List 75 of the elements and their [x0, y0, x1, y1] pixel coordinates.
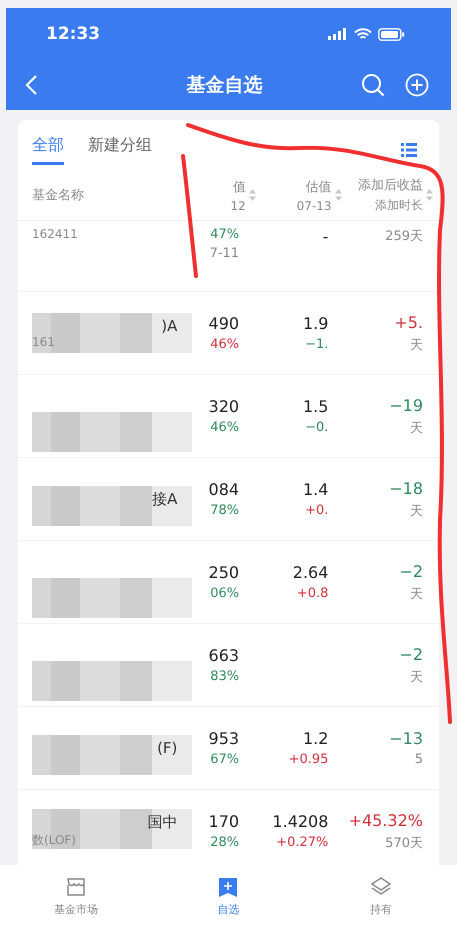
- nav-change: 78%: [210, 503, 240, 518]
- estimate-value: 2.64: [292, 563, 328, 582]
- signal-icon: [328, 28, 348, 40]
- fund-code: 162411: [32, 227, 79, 241]
- estimate-change: +0.95: [288, 752, 328, 767]
- nav-change: 46%: [210, 337, 240, 352]
- page-title: 基金自选: [186, 73, 264, 98]
- estimate-change: +0.27%: [276, 835, 328, 850]
- column-date: 07-13: [296, 198, 332, 212]
- nav-date: 7-11: [210, 246, 240, 261]
- estimate-value: 1.4: [302, 480, 328, 499]
- column-header[interactable]: 值: [232, 178, 246, 196]
- tab-bar-item[interactable]: 持有: [336, 876, 426, 916]
- column-header[interactable]: 估值: [306, 178, 332, 196]
- estimate-change: +0.: [305, 503, 328, 518]
- nav-value: 170: [208, 812, 240, 831]
- holding-days: 天: [410, 668, 423, 686]
- holding-days: 天: [410, 336, 423, 354]
- fund-code: 数(LOF): [32, 832, 77, 849]
- status-time: 12:33: [46, 24, 100, 44]
- list-icon[interactable]: [401, 142, 417, 158]
- column-header[interactable]: 添加后收益: [358, 176, 423, 194]
- estimate-value: 1.5: [302, 397, 328, 416]
- estimate-value: 1.4208: [272, 812, 328, 831]
- search-icon[interactable]: [361, 73, 385, 97]
- nav-change: 06%: [210, 586, 240, 601]
- nav-value: 084: [208, 480, 240, 499]
- estimate-change: +0.8: [296, 586, 328, 601]
- layers-icon: [370, 876, 392, 898]
- holding-days: 天: [410, 502, 423, 520]
- column-date: 12: [230, 198, 246, 212]
- return-value: −13: [389, 729, 423, 748]
- fund-name: )A: [161, 317, 178, 335]
- fund-name: 接A: [152, 490, 178, 508]
- storefront-icon: [65, 876, 88, 898]
- fund-code: 161: [32, 335, 56, 349]
- estimate-change: −1.: [305, 337, 328, 352]
- back-icon[interactable]: [24, 74, 38, 96]
- nav-value: 953: [208, 729, 240, 748]
- estimate-value: 1.2: [302, 729, 328, 748]
- add-icon: [217, 876, 240, 898]
- nav-change: 28%: [210, 835, 240, 850]
- nav-change: 47%: [210, 227, 240, 242]
- group-tab[interactable]: 全部: [32, 135, 64, 165]
- tab-bar-item[interactable]: 自选: [183, 876, 274, 916]
- fund-name: 国中: [147, 813, 178, 832]
- nav-value: 663: [208, 646, 240, 665]
- fund-name: (F): [157, 739, 178, 757]
- column-header: 添加时长: [374, 197, 423, 214]
- nav-change: 83%: [210, 669, 240, 684]
- holding-days: 天: [410, 584, 423, 602]
- return-value: +5.: [394, 312, 423, 332]
- nav-value: 250: [208, 563, 240, 582]
- estimate-value: -: [322, 227, 328, 246]
- nav-value: 490: [208, 314, 240, 333]
- nav-change: 67%: [210, 752, 240, 767]
- column-header: 基金名称: [32, 187, 85, 204]
- holding-days: 天: [410, 418, 423, 436]
- return-value: −19: [389, 396, 423, 414]
- return-value: +45.32%: [348, 810, 423, 830]
- nav-change: 46%: [210, 420, 240, 435]
- estimate-value: 1.9: [302, 314, 328, 333]
- wifi-icon: [354, 28, 372, 40]
- return-value: −2: [399, 562, 423, 580]
- holding-days: 5: [414, 752, 423, 767]
- estimate-change: −0.: [305, 420, 328, 435]
- return-value: −18: [389, 478, 423, 498]
- return-value: −2: [399, 644, 423, 664]
- holding-days: 259天: [385, 227, 423, 245]
- group-tab[interactable]: 新建分组: [88, 135, 152, 165]
- holding-days: 570天: [385, 834, 423, 852]
- tab-bar-item[interactable]: 基金市场: [31, 876, 122, 916]
- battery-icon: [378, 28, 405, 40]
- add-icon[interactable]: [405, 73, 429, 97]
- nav-value: 320: [208, 397, 240, 416]
